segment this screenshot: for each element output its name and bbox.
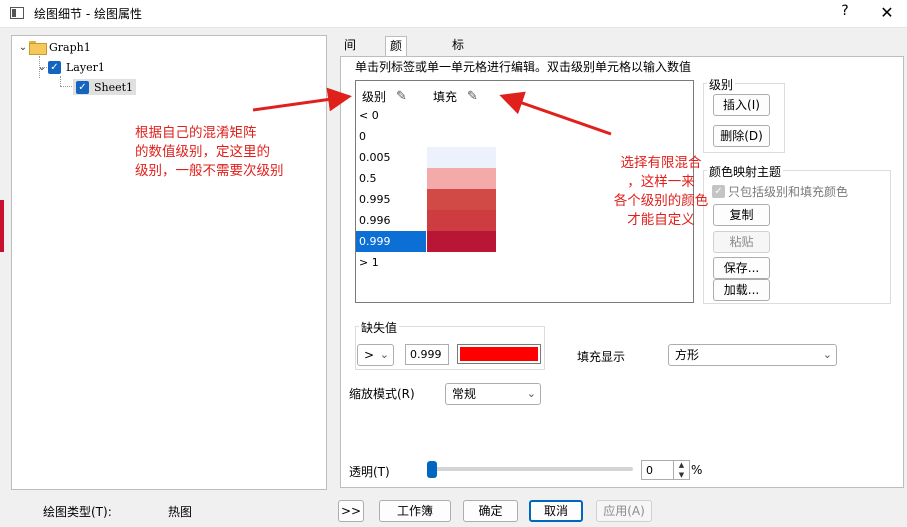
annotation-arrow-right <box>499 91 612 136</box>
annotation-arrow-left <box>252 87 352 112</box>
annotation-arrows <box>252 87 612 136</box>
